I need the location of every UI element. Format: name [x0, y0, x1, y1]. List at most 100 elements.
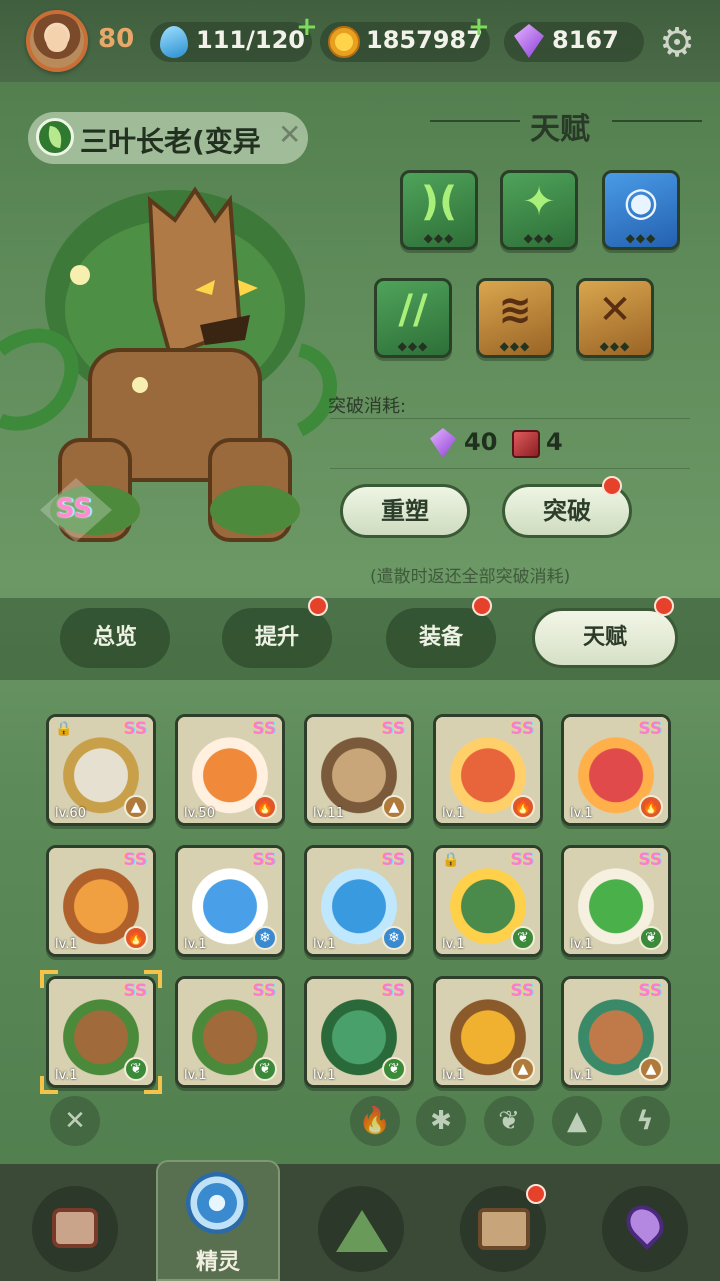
- earth-filter-icon[interactable]: ▲: [552, 1096, 602, 1146]
- pet-card[interactable]: SS lv.1 ❦: [175, 976, 285, 1088]
- pet-card[interactable]: SS lv.11 ▲: [304, 714, 414, 826]
- chest-notify-dot: [526, 1184, 546, 1204]
- pet-level: lv.60: [55, 806, 86, 821]
- talent-slot-2[interactable]: ✦ ◆◆◆: [500, 170, 578, 250]
- talent-slot-1[interactable]: )(◆◆◆: [400, 170, 478, 250]
- rarity-badge-label: SS: [56, 494, 93, 524]
- selection-corner: [40, 970, 58, 988]
- talent-level-dots: ◆◆◆: [397, 339, 429, 353]
- rarity-label: SS: [510, 981, 534, 1001]
- talent-level-dots: ◆◆◆: [523, 231, 555, 245]
- fire-element-icon: 🔥: [124, 926, 148, 950]
- earth-element-icon: ▲: [639, 1057, 663, 1081]
- pet-card[interactable]: SS lv.1 ❦: [46, 976, 156, 1088]
- earth-element-icon: ▲: [124, 795, 148, 819]
- fire-element-icon: 🔥: [639, 795, 663, 819]
- water-element-icon: ❄: [382, 926, 406, 950]
- water-element-icon: ❄: [253, 926, 277, 950]
- rarity-label: SS: [381, 850, 405, 870]
- leaf-element-icon: ❦: [511, 926, 535, 950]
- talent-level-dots: ◆◆◆: [625, 231, 657, 245]
- breakthrough-cost-label: 突破消耗:: [328, 396, 407, 417]
- pet-level: lv.1: [313, 937, 336, 952]
- talent-symbol-icon: ≋: [498, 287, 532, 333]
- leaf-element-icon: ❦: [639, 926, 663, 950]
- talent-symbol-icon: //: [398, 287, 428, 333]
- settings-gear-icon[interactable]: ⚙: [656, 22, 698, 64]
- pet-level: lv.1: [55, 1068, 78, 1083]
- rarity-label: SS: [638, 850, 662, 870]
- pet-card[interactable]: SS lv.1 🔥: [46, 845, 156, 957]
- stamina-drop-icon: [160, 26, 188, 58]
- map-pin-icon[interactable]: [602, 1186, 688, 1272]
- pet-card[interactable]: SS lv.1 ❦: [304, 976, 414, 1088]
- rarity-label: SS: [638, 719, 662, 739]
- cost-book-icon: [512, 430, 540, 458]
- pet-level: lv.1: [313, 1068, 336, 1083]
- talent-slot-4[interactable]: // ◆◆◆: [374, 278, 452, 358]
- pet-level: lv.1: [184, 937, 207, 952]
- lock-icon: 🔒: [442, 852, 460, 868]
- tab-4[interactable]: 天赋: [532, 608, 678, 668]
- pet-level: lv.1: [184, 1068, 207, 1083]
- earth-element-icon: ▲: [511, 1057, 535, 1081]
- tab-3[interactable]: 装备: [386, 608, 496, 668]
- leaf-element-icon: ❦: [382, 1057, 406, 1081]
- fire-element-icon: 🔥: [253, 795, 277, 819]
- talent-slot-5[interactable]: ≋ ◆◆◆: [476, 278, 554, 358]
- rarity-label: SS: [123, 719, 147, 739]
- pet-card[interactable]: SS lv.1 ❦: [561, 845, 671, 957]
- lock-icon: 🔒: [55, 721, 73, 737]
- title-ornament-left: [430, 120, 520, 122]
- player-avatar[interactable]: [26, 10, 88, 72]
- cost-gem-icon: [430, 428, 456, 458]
- talent-slot-3[interactable]: ◉ ◆◆◆: [602, 170, 680, 250]
- reshape-button[interactable]: 重塑: [340, 484, 470, 538]
- pet-card[interactable]: SS lv.1 🔥: [433, 714, 543, 826]
- selection-corner: [40, 1076, 58, 1094]
- tab-1[interactable]: 总览: [60, 608, 170, 668]
- coin-value: 1857987: [366, 26, 483, 54]
- pet-level: lv.1: [570, 937, 593, 952]
- talent-title: 天赋: [530, 112, 590, 147]
- pet-card[interactable]: 🔒 SS lv.1 ❦: [433, 845, 543, 957]
- rarity-label: SS: [638, 981, 662, 1001]
- fire-filter-icon[interactable]: 🔥: [350, 1096, 400, 1146]
- talent-slot-6[interactable]: ✕ ◆◆◆: [576, 278, 654, 358]
- pet-card[interactable]: SS lv.1 ❄: [175, 845, 285, 957]
- leaf-filter-icon[interactable]: ❦: [484, 1096, 534, 1146]
- pet-level: lv.1: [570, 806, 593, 821]
- clear-filter-icon[interactable]: ✕: [50, 1096, 100, 1146]
- pet-card[interactable]: 🔒 SS lv.60 ▲: [46, 714, 156, 826]
- coin-plus-button[interactable]: +: [468, 12, 490, 42]
- title-ornament-right: [612, 120, 702, 122]
- close-icon[interactable]: ✕: [278, 118, 301, 151]
- tab-2[interactable]: 提升: [222, 608, 332, 668]
- rarity-label: SS: [252, 719, 276, 739]
- rarity-label: SS: [252, 981, 276, 1001]
- rarity-label: SS: [510, 850, 534, 870]
- grid-scroll-peek: [0, 680, 720, 692]
- talent-symbol-icon: ✦: [522, 179, 556, 225]
- home-icon[interactable]: [32, 1186, 118, 1272]
- water-filter-icon[interactable]: ✱: [416, 1096, 466, 1146]
- stamina-plus-button[interactable]: +: [296, 12, 318, 42]
- selection-corner: [144, 970, 162, 988]
- talent-level-dots: ◆◆◆: [423, 231, 455, 245]
- cost-divider-top: [330, 418, 690, 419]
- rarity-label: SS: [381, 719, 405, 739]
- tab-notify-dot: [308, 596, 328, 616]
- rarity-label: SS: [381, 981, 405, 1001]
- pet-card[interactable]: SS lv.1 ❄: [304, 845, 414, 957]
- pet-level: lv.1: [442, 1068, 465, 1083]
- talent-level-dots: ◆◆◆: [599, 339, 631, 353]
- pet-level: lv.1: [55, 937, 78, 952]
- pet-card[interactable]: SS lv.1 ▲: [433, 976, 543, 1088]
- pet-card[interactable]: SS lv.50 🔥: [175, 714, 285, 826]
- pet-card[interactable]: SS lv.1 ▲: [561, 976, 671, 1088]
- pet-card[interactable]: SS lv.1 🔥: [561, 714, 671, 826]
- cost-book-amount: 4: [546, 428, 563, 456]
- cost-gem-amount: 40: [464, 428, 498, 456]
- lightning-filter-icon[interactable]: ϟ: [620, 1096, 670, 1146]
- mountain-icon[interactable]: [318, 1186, 404, 1272]
